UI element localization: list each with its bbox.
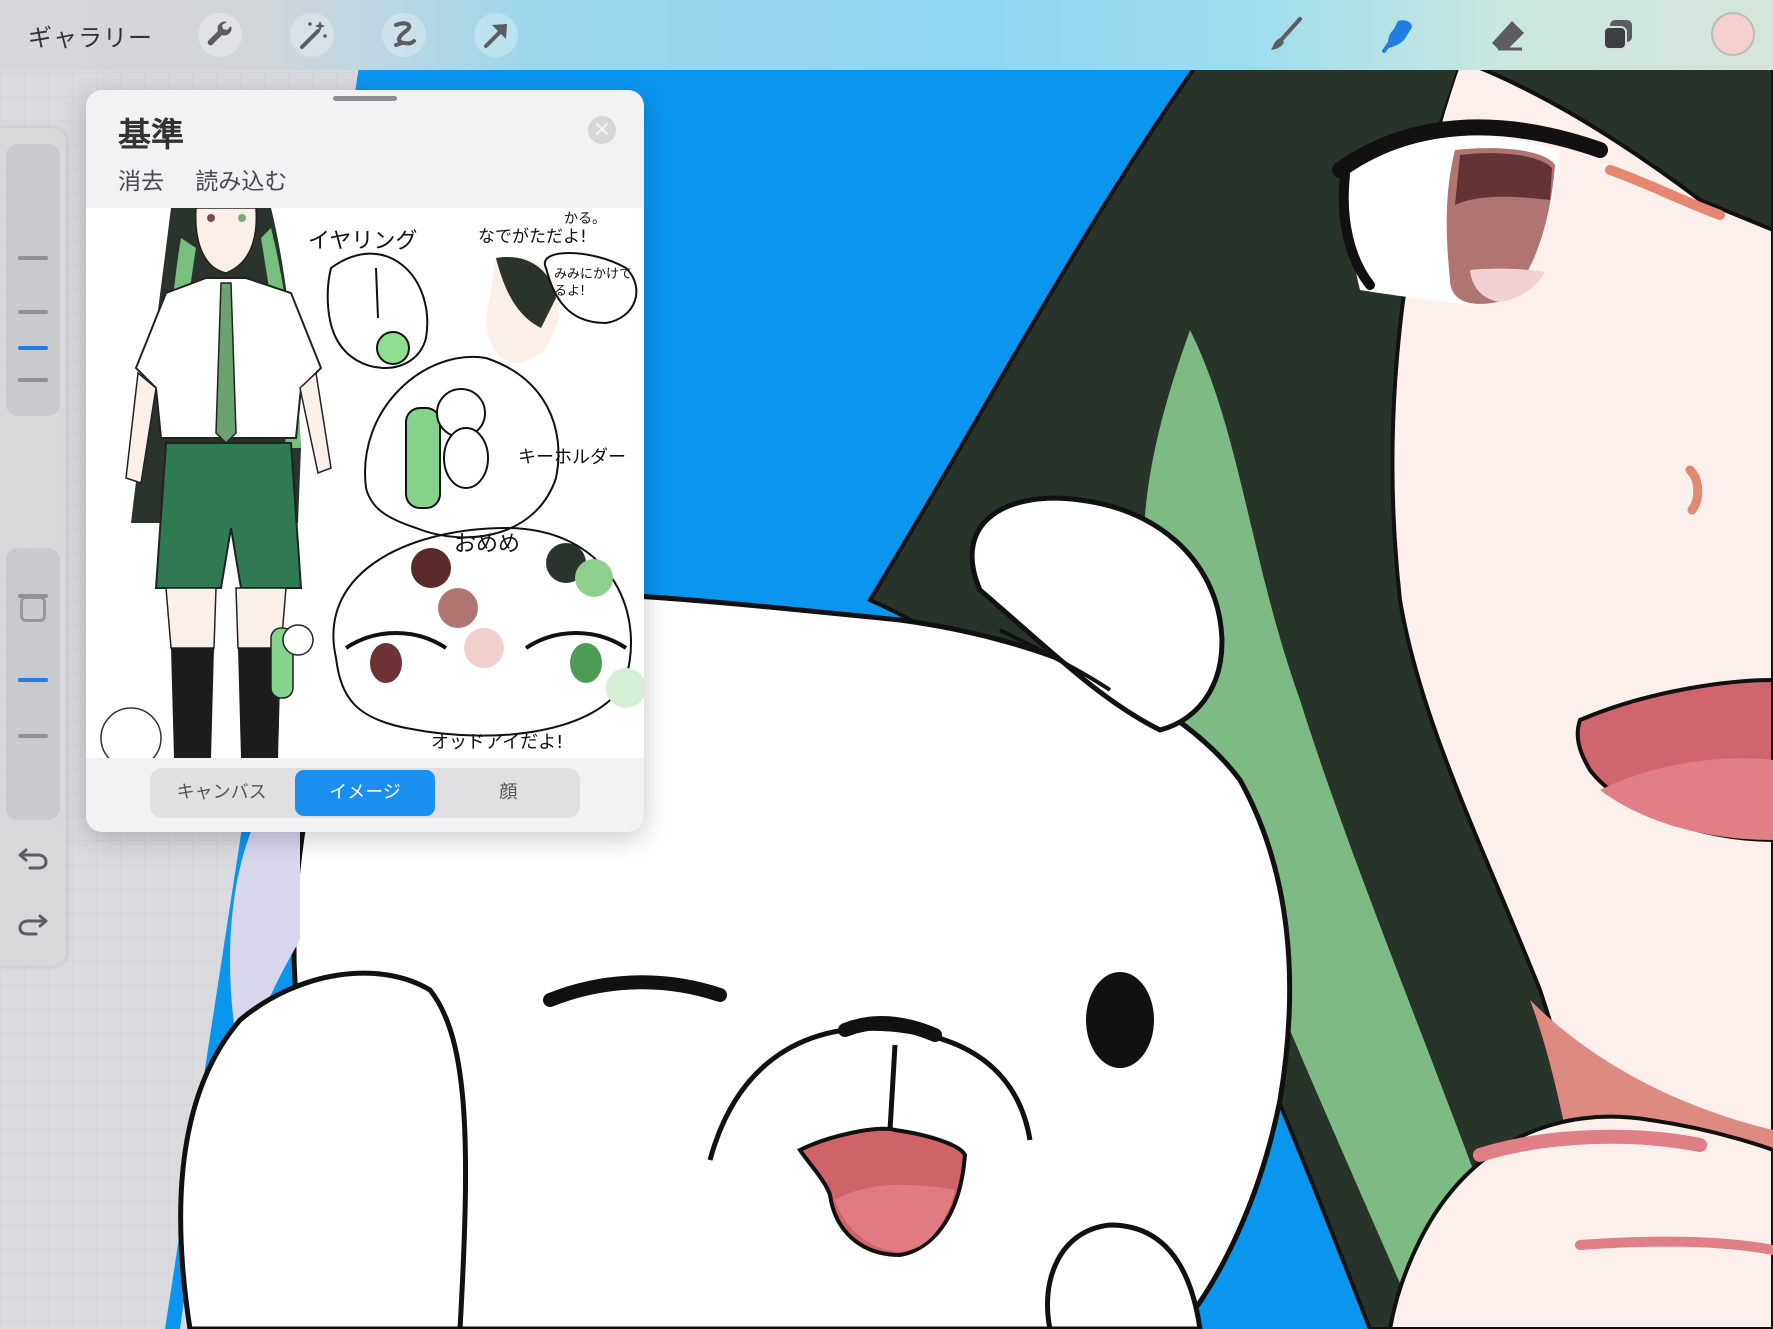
top-note-label: かる。 xyxy=(564,211,606,227)
smudge-button[interactable] xyxy=(1376,13,1420,57)
slider-tick xyxy=(18,256,48,260)
odd-eye-label: オッドアイだよ! xyxy=(431,732,564,753)
ear-note-label: みみにかけてるよ! xyxy=(554,267,633,299)
wrench-icon xyxy=(207,21,232,46)
color-picker-button[interactable] xyxy=(1711,12,1755,56)
redo-icon[interactable] xyxy=(16,906,50,940)
sidebar xyxy=(0,128,66,966)
slider-tick xyxy=(18,734,48,738)
adjustments-button[interactable] xyxy=(290,13,334,57)
panel-title: 基準 xyxy=(118,115,184,154)
eraser-icon xyxy=(1492,21,1524,51)
slider-thumb[interactable] xyxy=(18,346,48,350)
clear-button[interactable]: 消去 xyxy=(118,169,164,195)
tab-canvas[interactable]: キャンバス xyxy=(152,770,291,816)
undo-icon[interactable] xyxy=(16,840,50,874)
slider-thumb[interactable] xyxy=(18,678,48,682)
transform-arrow-icon xyxy=(484,24,507,48)
slider-tick xyxy=(18,594,48,598)
magic-wand-icon xyxy=(300,21,327,49)
import-button[interactable]: 読み込む xyxy=(195,169,287,195)
reference-source-segmented-control: キャンバス イメージ 顔 xyxy=(150,768,580,818)
gallery-button[interactable]: ギャラリー xyxy=(28,18,153,53)
reference-panel[interactable]: 基準 × 消去 読み込む イヤリング なでがただよ! かる。 みみにかけてるよ!… xyxy=(86,90,644,832)
brush-size-slider[interactable] xyxy=(6,144,60,416)
close-icon: × xyxy=(592,117,612,142)
actions-button[interactable] xyxy=(198,13,242,57)
reference-image[interactable]: イヤリング なでがただよ! かる。 みみにかけてるよ! キーホルダー おめめ オ… xyxy=(86,208,644,758)
tab-face[interactable]: 顔 xyxy=(439,770,578,816)
keyholder-label: キーホルダー xyxy=(518,447,626,468)
tab-image[interactable]: イメージ xyxy=(295,770,435,816)
top-toolbar: ギャラリー xyxy=(0,0,1773,70)
slider-tick xyxy=(18,378,48,382)
panel-drag-handle[interactable] xyxy=(333,96,397,101)
panel-actions: 消去 読み込む xyxy=(118,162,311,196)
eraser-button[interactable] xyxy=(1486,13,1530,57)
slider-tick xyxy=(18,310,48,314)
transform-button[interactable] xyxy=(474,13,518,57)
eyes-label: おめめ xyxy=(454,532,521,557)
smudge-icon xyxy=(1382,20,1412,53)
layers-button[interactable] xyxy=(1596,13,1640,57)
earring-label: イヤリング xyxy=(308,229,418,254)
brush-button[interactable] xyxy=(1264,13,1308,57)
layers-icon xyxy=(1603,20,1632,50)
opacity-slider[interactable] xyxy=(6,548,60,820)
close-button[interactable]: × xyxy=(588,116,616,144)
brush-icon xyxy=(1271,17,1302,50)
selection-button[interactable] xyxy=(382,13,426,57)
selection-icon xyxy=(394,21,416,47)
